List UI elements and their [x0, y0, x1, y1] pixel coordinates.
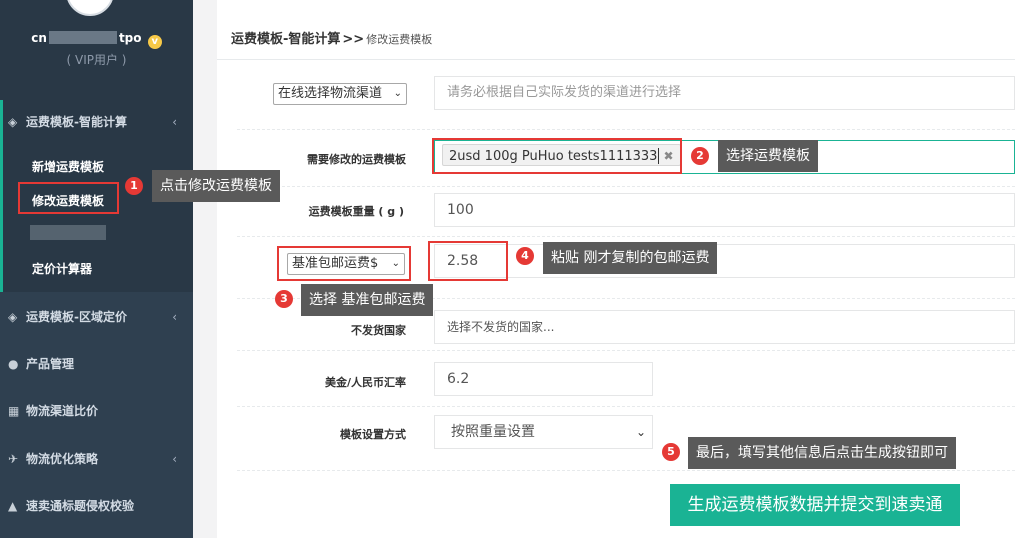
row-divider — [237, 129, 1015, 130]
row-divider — [237, 350, 1015, 351]
step-badge: 3 — [275, 290, 293, 308]
annotation-tooltip: 选择运费模板 — [718, 140, 818, 172]
plane-icon: ✈ — [8, 452, 19, 466]
submenu-item-new-template[interactable]: 新增运费模板 — [32, 158, 104, 175]
rate-input[interactable]: 6.2 — [434, 362, 653, 396]
highlight-box — [18, 182, 119, 214]
chevron-left-icon: ‹ — [172, 310, 177, 324]
mode-select-value: 按照重量设置 — [451, 424, 535, 440]
sidebar-item-label: 物流渠道比价 — [26, 404, 99, 418]
mode-label: 模板设置方式 — [340, 428, 406, 441]
row-divider — [237, 236, 1015, 237]
breadcrumb-separator: >> — [342, 32, 365, 47]
username-suffix: tpo — [118, 31, 142, 45]
annotation-tooltip: 点击修改运费模板 — [152, 170, 280, 202]
chevron-down-icon: ⌄ — [635, 425, 646, 439]
sidebar-item-label: 运费模板-智能计算 — [26, 115, 127, 129]
sidebar-item-logistics-strategy[interactable]: ✈ 物流优化策略 ‹ — [0, 437, 193, 481]
weight-label: 运费模板重量 ( g ) — [308, 205, 404, 218]
highlight-box — [277, 246, 411, 281]
highlight-box — [432, 138, 682, 174]
vip-badge-icon: v — [147, 35, 162, 49]
highlight-box — [428, 241, 508, 281]
channel-select[interactable]: 在线选择物流渠道 ⌄ — [273, 83, 407, 105]
profile-panel: cn tpo v ( VIP用户 ) — [0, 0, 193, 100]
sidebar-item-smart-template[interactable]: ◈ 运费模板-智能计算 ‹ — [0, 100, 193, 144]
diamond-icon: ◈ — [8, 115, 18, 129]
weight-input[interactable]: 100 — [434, 193, 1015, 227]
chevron-left-icon: ‹ — [172, 115, 177, 129]
sidebar-item-title-check[interactable]: ▲ 速卖通标题侵权校验 — [0, 484, 193, 528]
sidebar-item-region-template[interactable]: ◈ 运费模板-区域定价 ‹ — [0, 295, 193, 339]
row-divider — [237, 406, 1015, 407]
channel-select-value: 在线选择物流渠道 — [278, 86, 383, 101]
cube-icon: ● — [8, 357, 19, 371]
breadcrumb: 运费模板-智能计算 >> 修改运费模板 — [217, 14, 1015, 60]
annotation-tooltip: 最后，填写其他信息后点击生成按钮即可 — [688, 437, 956, 469]
user-role: ( VIP用户 ) — [66, 53, 127, 67]
avatar[interactable] — [66, 0, 114, 16]
username-redacted — [48, 31, 117, 44]
template-label: 需要修改的运费模板 — [307, 153, 406, 166]
exclude-countries-input[interactable]: 选择不发货的国家... — [434, 310, 1015, 344]
sidebar-item-label: 运费模板-区域定价 — [26, 310, 127, 324]
rate-label: 美金/人民币汇率 — [324, 376, 406, 389]
sidebar-item-channel-compare[interactable]: ▦ 物流渠道比价 — [0, 389, 193, 433]
submenu-item-price-calculator[interactable]: 定价计算器 — [32, 260, 92, 277]
row-divider — [237, 186, 1015, 187]
chevron-down-icon: ⌄ — [393, 88, 402, 99]
annotation-tooltip: 粘贴 刚才复制的包邮运费 — [543, 242, 718, 274]
sidebar-item-label: 物流优化策略 — [26, 452, 99, 466]
mode-select[interactable]: 按照重量设置 ⌄ — [434, 415, 653, 449]
page-title: 运费模板-智能计算 >> 修改运费模板 — [231, 28, 432, 47]
chevron-left-icon: ‹ — [172, 452, 177, 466]
username-prefix: cn — [31, 31, 47, 45]
sidebar-item-label: 速卖通标题侵权校验 — [26, 499, 135, 513]
step-badge: 1 — [125, 177, 143, 195]
username[interactable]: cn tpo v — [0, 31, 193, 49]
calculator-icon: ▦ — [8, 404, 20, 418]
breadcrumb-current: 修改运费模板 — [366, 33, 433, 46]
breadcrumb-root: 运费模板-智能计算 — [231, 32, 341, 47]
channel-hint-input[interactable]: 请务必根据自己实际发货的渠道进行选择 — [434, 76, 1015, 110]
sidebar: cn tpo v ( VIP用户 ) ◈ 运费模板-智能计算 ‹ 新增运费模板 修改… — [0, 0, 193, 538]
sidebar-item-label: 产品管理 — [26, 357, 75, 371]
step-badge: 4 — [516, 247, 534, 265]
diamond-icon: ◈ — [8, 310, 18, 324]
sidebar-item-products[interactable]: ● 产品管理 — [0, 342, 193, 386]
step-badge: 5 — [662, 443, 680, 461]
exclude-label: 不发货国家 — [351, 324, 406, 337]
annotation-tooltip: 选择 基准包邮运费 — [301, 284, 434, 316]
generate-submit-button[interactable]: 生成运费模板数据并提交到速卖通 — [670, 484, 960, 526]
submenu-item-redacted[interactable] — [30, 225, 106, 240]
row-divider — [237, 470, 1015, 471]
warning-icon: ▲ — [8, 499, 18, 513]
step-badge: 2 — [691, 147, 709, 165]
